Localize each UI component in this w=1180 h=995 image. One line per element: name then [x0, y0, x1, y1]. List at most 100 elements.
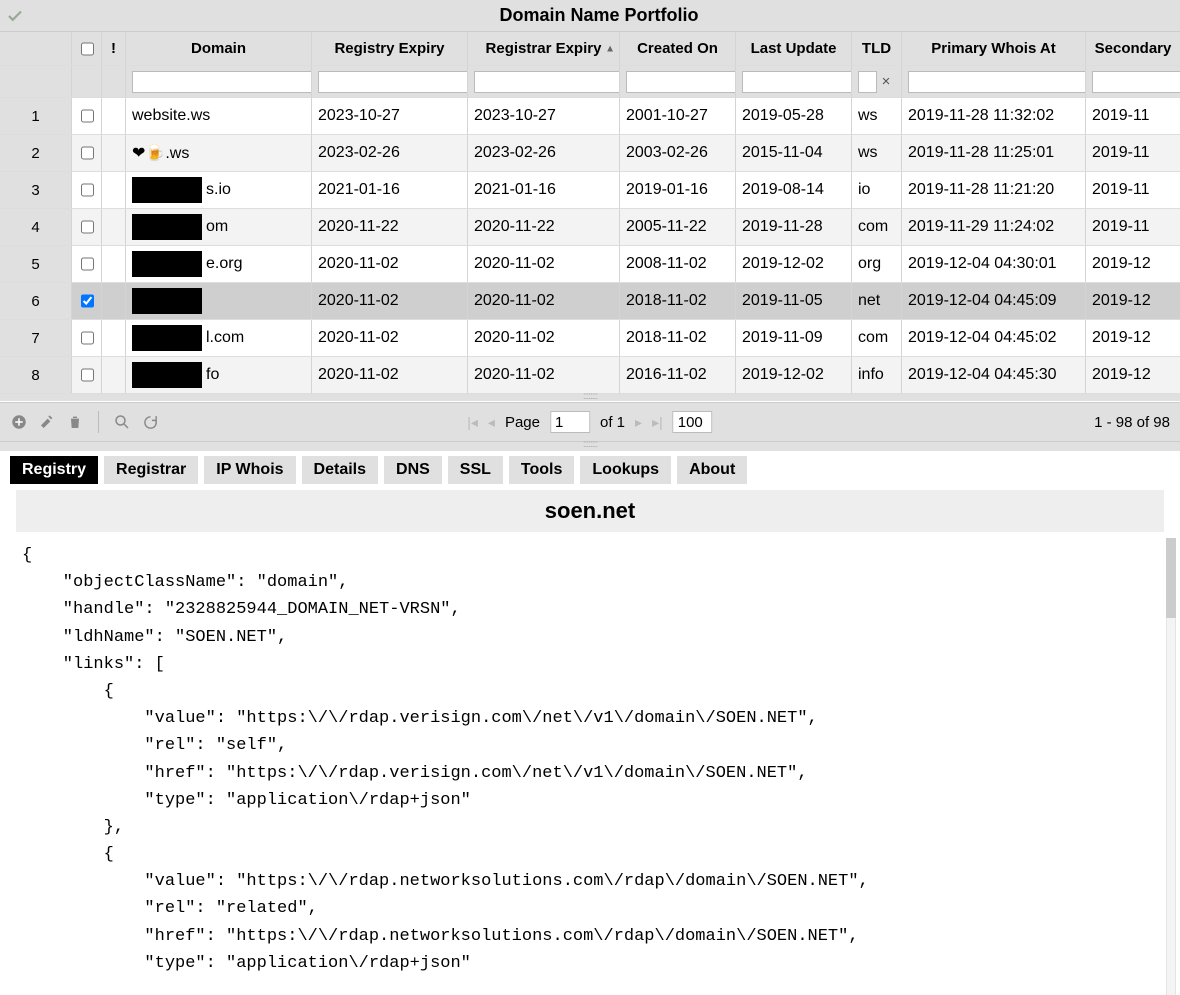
col-registrar-expiry-label: Registrar Expiry: [486, 40, 602, 57]
cell-last-update: 2019-11-05: [736, 283, 852, 319]
cell-primary-whois: 2019-11-28 11:25:01: [902, 135, 1086, 171]
scrollbar-thumb[interactable]: [1166, 538, 1176, 618]
cell-domain: [126, 283, 312, 319]
col-primary-whois[interactable]: Primary Whois At: [902, 32, 1086, 65]
trash-icon[interactable]: [66, 413, 84, 431]
scrollbar[interactable]: [1166, 538, 1176, 995]
filter-registrar-expiry: ×: [468, 66, 620, 97]
filter-swhois-input[interactable]: [1092, 71, 1180, 93]
cell-tld: info: [852, 357, 902, 393]
grid-filter-row: × × × × × × ×: [0, 66, 1180, 98]
cell-created-on: 2019-01-16: [620, 172, 736, 208]
page-size-input[interactable]: [673, 411, 713, 433]
cell-tld: org: [852, 246, 902, 282]
tab-tools[interactable]: Tools: [509, 456, 574, 484]
filter-domain: ×: [126, 66, 312, 97]
filter-domain-input[interactable]: [132, 71, 312, 93]
tab-details[interactable]: Details: [302, 456, 378, 484]
row-checkbox[interactable]: [81, 294, 94, 308]
tab-dns[interactable]: DNS: [384, 456, 442, 484]
cell-last-update: 2019-11-28: [736, 209, 852, 245]
row-checkbox[interactable]: [81, 146, 94, 160]
prev-page-icon[interactable]: ◂: [488, 414, 495, 431]
cell-registry-expiry: 2023-02-26: [312, 135, 468, 171]
tab-about[interactable]: About: [677, 456, 747, 484]
table-row[interactable]: 7l.com2020-11-022020-11-022018-11-022019…: [0, 320, 1180, 357]
row-checkbox[interactable]: [81, 368, 94, 382]
tab-registrar[interactable]: Registrar: [104, 456, 198, 484]
table-row[interactable]: 62020-11-022020-11-022018-11-022019-11-0…: [0, 283, 1180, 320]
cell-secondary: 2019-11: [1086, 172, 1180, 208]
table-row[interactable]: 2❤🍺.ws2023-02-262023-02-262003-02-262015…: [0, 135, 1180, 172]
filter-rownum: [0, 66, 72, 97]
redacted-text: [132, 325, 202, 351]
row-check-cell: [72, 357, 102, 393]
cell-tld: ws: [852, 135, 902, 171]
filter-update-input[interactable]: [742, 71, 852, 93]
select-all-checkbox[interactable]: [81, 42, 94, 56]
row-number: 1: [0, 98, 72, 134]
filter-pwhois-input[interactable]: [908, 71, 1086, 93]
first-page-icon[interactable]: |◂: [467, 414, 478, 431]
cell-primary-whois: 2019-12-04 04:45:09: [902, 283, 1086, 319]
cell-registrar-expiry: 2020-11-22: [468, 209, 620, 245]
tab-lookups[interactable]: Lookups: [580, 456, 671, 484]
tab-ipwhois[interactable]: IP Whois: [204, 456, 295, 484]
row-checkbox[interactable]: [81, 257, 94, 271]
cell-last-update: 2015-11-04: [736, 135, 852, 171]
redacted-text: [132, 177, 202, 203]
col-tld[interactable]: TLD: [852, 32, 902, 65]
cell-last-update: 2019-11-09: [736, 320, 852, 356]
next-page-icon[interactable]: ▸: [635, 414, 642, 431]
filter-tld-input[interactable]: [858, 71, 877, 93]
refresh-icon[interactable]: [141, 413, 159, 431]
col-created-on[interactable]: Created On: [620, 32, 736, 65]
pager-status: 1 - 98 of 98: [1094, 414, 1170, 431]
tab-registry[interactable]: Registry: [10, 456, 98, 484]
col-last-update[interactable]: Last Update: [736, 32, 852, 65]
col-domain[interactable]: Domain: [126, 32, 312, 65]
filter-created-input[interactable]: [626, 71, 736, 93]
filter-registry-expiry-input[interactable]: [318, 71, 468, 93]
col-checkbox[interactable]: [72, 32, 102, 65]
panel-splitter[interactable]: [0, 442, 1180, 452]
cell-tld: com: [852, 320, 902, 356]
filter-tld: ×: [852, 66, 902, 97]
table-row[interactable]: 4om2020-11-222020-11-222005-11-222019-11…: [0, 209, 1180, 246]
redacted-text: [132, 214, 202, 240]
cell-primary-whois: 2019-11-28 11:21:20: [902, 172, 1086, 208]
cell-tld: ws: [852, 98, 902, 134]
last-page-icon[interactable]: ▸|: [652, 414, 663, 431]
filter-alert: [102, 66, 126, 97]
search-icon[interactable]: [113, 413, 131, 431]
sort-indicator-icon: ▲: [605, 43, 615, 54]
table-row[interactable]: 3s.io2021-01-162021-01-162019-01-162019-…: [0, 172, 1180, 209]
cell-registrar-expiry: 2020-11-02: [468, 246, 620, 282]
cell-registrar-expiry: 2020-11-02: [468, 357, 620, 393]
table-row[interactable]: 1website.ws2023-10-272023-10-272001-10-2…: [0, 98, 1180, 135]
grid-splitter[interactable]: [0, 394, 1180, 402]
table-row[interactable]: 5e.org2020-11-022020-11-022008-11-022019…: [0, 246, 1180, 283]
row-number: 6: [0, 283, 72, 319]
col-registrar-expiry[interactable]: Registrar Expiry ▲: [468, 32, 620, 65]
row-checkbox[interactable]: [81, 183, 94, 197]
table-row[interactable]: 8fo2020-11-022020-11-022016-11-022019-12…: [0, 357, 1180, 394]
redacted-text: [132, 288, 202, 314]
clear-icon[interactable]: ×: [877, 73, 895, 90]
add-icon[interactable]: [10, 413, 28, 431]
tab-ssl[interactable]: SSL: [448, 456, 503, 484]
edit-icon[interactable]: [38, 413, 56, 431]
col-registry-expiry[interactable]: Registry Expiry: [312, 32, 468, 65]
row-checkbox[interactable]: [81, 331, 94, 345]
page-number-input[interactable]: [550, 411, 590, 433]
col-alert[interactable]: !: [102, 32, 126, 65]
cell-tld: net: [852, 283, 902, 319]
cell-registrar-expiry: 2020-11-02: [468, 283, 620, 319]
cell-last-update: 2019-12-02: [736, 357, 852, 393]
filter-registrar-expiry-input[interactable]: [474, 71, 620, 93]
row-checkbox[interactable]: [81, 220, 94, 234]
row-alert: [102, 320, 126, 356]
col-secondary[interactable]: Secondary: [1086, 32, 1180, 65]
row-checkbox[interactable]: [81, 109, 94, 123]
detail-tabs: Registry Registrar IP Whois Details DNS …: [0, 452, 1180, 484]
